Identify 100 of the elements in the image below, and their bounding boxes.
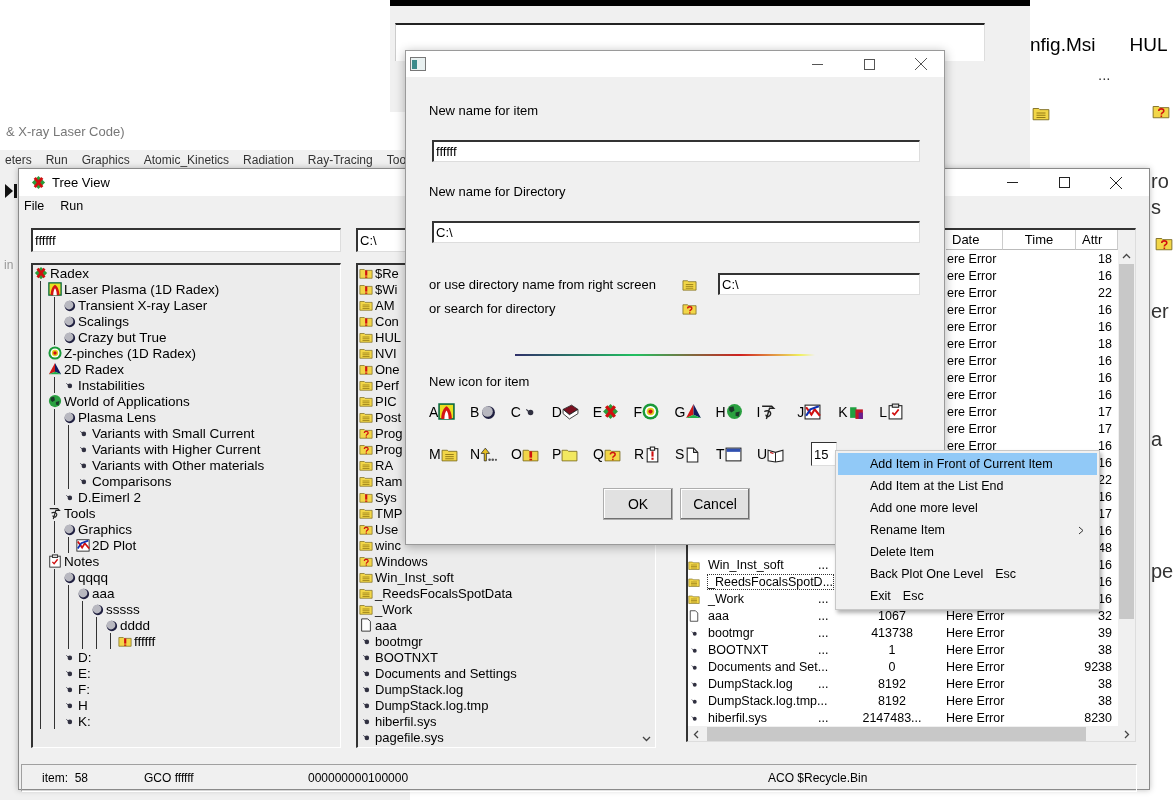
tree-item[interactable]: E: [78, 665, 91, 681]
tree-item[interactable]: dddd [120, 617, 151, 633]
item-name-field[interactable]: ffffff [432, 140, 920, 162]
icon-letter[interactable]: H [715, 403, 726, 420]
tree-item[interactable]: Laser Plasma (1D Radex) [64, 281, 220, 297]
file-name[interactable]: Documents and Set... [708, 659, 829, 674]
tree-item[interactable]: sssss [106, 601, 140, 617]
file-name[interactable]: Win_Inst_soft [708, 557, 784, 572]
icon-letter[interactable]: C [510, 403, 521, 420]
tree-item[interactable]: ffffff [134, 633, 156, 649]
icon-letter[interactable]: L [879, 403, 887, 420]
menu-item[interactable]: Run [60, 199, 84, 213]
icon-letter[interactable]: G [674, 403, 686, 420]
directory-item[interactable]: HUL [375, 329, 401, 345]
icon-letter[interactable]: T [716, 446, 725, 462]
icon-letter[interactable]: M [429, 446, 441, 462]
file-name[interactable]: aaa [708, 608, 729, 623]
tree-item[interactable]: 2D Radex [64, 361, 125, 377]
menu-item[interactable]: Add one more level [838, 497, 1097, 519]
icon-letter[interactable]: Q [593, 446, 604, 462]
tree-item[interactable]: Notes [64, 553, 100, 569]
tree-item[interactable]: F: [78, 681, 90, 697]
cancel-button[interactable]: Cancel [680, 488, 750, 520]
file-name[interactable]: DumpStack.log [708, 676, 793, 691]
ok-button[interactable]: OK [603, 488, 673, 520]
tree-item[interactable]: Variants with Small Current [92, 425, 255, 441]
tree-item[interactable]: Variants with Higher Current [92, 441, 261, 457]
menu-item[interactable]: Add Item in Front of Current Item [838, 453, 1097, 475]
directory-item[interactable]: Win_Inst_soft [375, 569, 454, 585]
filter-field[interactable]: ffffff [31, 228, 341, 252]
tree-item[interactable]: Crazy but True [78, 329, 167, 345]
directory-path-field[interactable]: C:\ [718, 273, 920, 295]
tree-item[interactable]: Plasma Lens [78, 409, 157, 425]
tree-item[interactable]: Z-pinches (1D Radex) [64, 345, 197, 361]
directory-item[interactable]: hiberfil.sys [375, 713, 437, 729]
menu-item[interactable]: Radiation [243, 153, 294, 167]
horizontal-scrollbar[interactable] [688, 726, 1135, 741]
tree-item[interactable]: Graphics [78, 521, 133, 537]
menu-item[interactable]: Graphics [81, 153, 130, 167]
icon-letter[interactable]: E [592, 403, 603, 420]
directory-item[interactable]: Sys [375, 489, 397, 505]
directory-item[interactable]: Perf [375, 377, 399, 393]
directory-item[interactable]: _ReedsFocalsSpotData [375, 585, 513, 601]
directory-item[interactable]: PIC [375, 393, 397, 409]
file-name[interactable]: hiberfil.sys [708, 710, 768, 725]
tree-item[interactable]: H [78, 697, 88, 713]
tree-item[interactable]: aaa [92, 585, 115, 601]
column-header[interactable]: Date [946, 230, 1003, 250]
column-header[interactable]: Time [1003, 230, 1076, 250]
directory-item[interactable]: Windows [375, 553, 428, 569]
menu-item[interactable]: Ray-Tracing [307, 153, 373, 167]
tree-item[interactable]: World of Applications [64, 393, 190, 409]
number-field[interactable]: 15 [811, 442, 837, 466]
tree-item[interactable]: Transient X-ray Laser [78, 297, 208, 313]
directory-item[interactable]: BOOTNXT [375, 649, 438, 665]
menu-item[interactable]: File [24, 199, 45, 213]
directory-item[interactable]: NVI [375, 345, 397, 361]
tree-item[interactable]: Tools [64, 505, 96, 521]
icon-letter[interactable]: S [675, 446, 685, 462]
directory-item[interactable]: pagefile.sys [375, 729, 444, 745]
tree-item[interactable]: Scalings [78, 313, 130, 329]
menu-item[interactable]: Atomic_Kinetics [143, 153, 230, 167]
directory-item[interactable]: Use [375, 521, 399, 537]
tree-item[interactable]: Instabilities [78, 377, 145, 393]
file-name[interactable]: _Work [708, 591, 744, 606]
directory-item[interactable]: RA [375, 457, 394, 473]
directory-item[interactable]: DumpStack.log.tmp [375, 697, 489, 713]
vertical-scrollbar[interactable] [1118, 230, 1135, 726]
tree-item[interactable]: Comparisons [92, 473, 172, 489]
directory-item[interactable]: Prog [375, 441, 403, 457]
tree-item[interactable]: D: [78, 649, 92, 665]
tree-item[interactable]: qqqq [78, 569, 109, 585]
directory-item[interactable]: TMP [375, 505, 403, 521]
directory-item[interactable]: _Work [375, 601, 413, 617]
directory-item[interactable]: bootmgr [375, 633, 423, 649]
file-name[interactable]: BOOTNXT [708, 642, 769, 657]
icon-letter[interactable]: K [838, 403, 848, 420]
tree-item[interactable]: D.Eimerl 2 [78, 489, 141, 505]
directory-item[interactable]: winc [375, 537, 401, 553]
menu-item[interactable]: eters [5, 153, 32, 167]
file-name[interactable]: bootmgr [708, 625, 754, 640]
directory-item[interactable]: aaa [375, 617, 397, 633]
directory-item[interactable]: Con [375, 313, 399, 329]
icon-letter[interactable]: A [429, 403, 439, 420]
icon-letter[interactable]: U [757, 446, 768, 462]
icon-letter[interactable]: O [511, 446, 522, 462]
directory-name-field[interactable]: C:\ [432, 221, 920, 243]
tree-item[interactable]: Variants with Other materials [92, 457, 265, 473]
tree-item[interactable]: K: [78, 713, 91, 729]
menu-item[interactable]: Run [45, 153, 68, 167]
directory-item[interactable]: Prog [375, 425, 403, 441]
tree-item[interactable]: Radex [50, 265, 90, 281]
directory-item[interactable]: One [375, 361, 400, 377]
icon-letter[interactable]: F [633, 403, 643, 420]
icon-letter[interactable]: J [797, 403, 805, 420]
directory-item[interactable]: $Wi [375, 281, 398, 297]
menu-item[interactable]: Exit Esc [838, 585, 1097, 607]
directory-item[interactable]: DumpStack.log [375, 681, 464, 697]
column-header[interactable]: Attr [1076, 230, 1118, 250]
directory-item[interactable]: Ram [375, 473, 403, 489]
